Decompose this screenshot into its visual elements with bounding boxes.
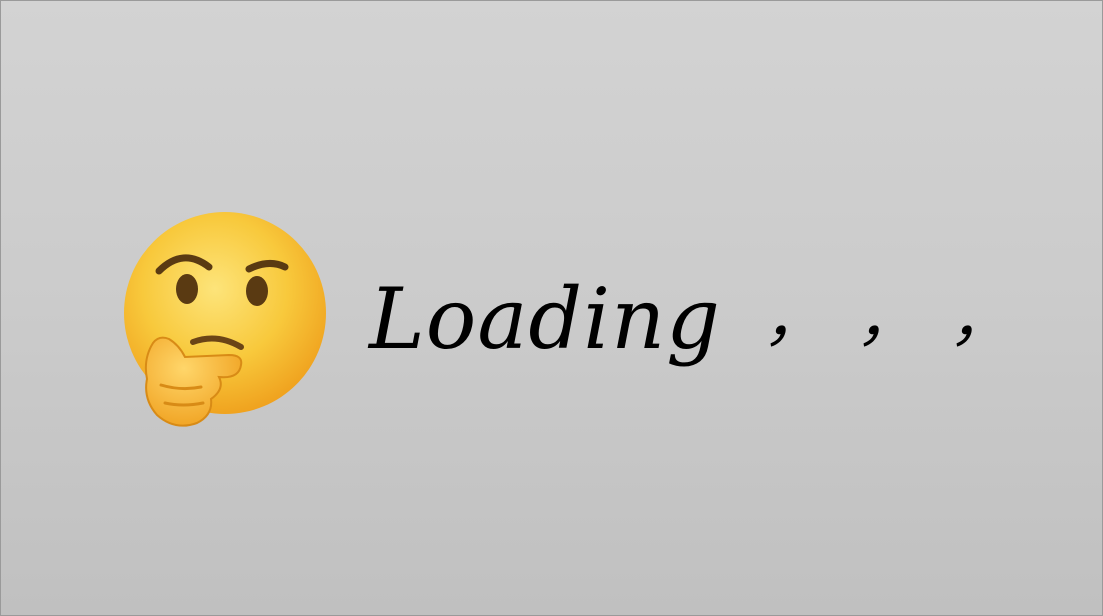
loading-dot-1: ， [763, 282, 826, 355]
loading-dot-2: ， [856, 282, 919, 355]
loading-dot-3: ， [949, 282, 1012, 355]
loading-label: Loading [369, 270, 721, 368]
loading-screen: Loading ， ， ， [0, 0, 1103, 616]
thinking-face-icon [124, 212, 326, 427]
